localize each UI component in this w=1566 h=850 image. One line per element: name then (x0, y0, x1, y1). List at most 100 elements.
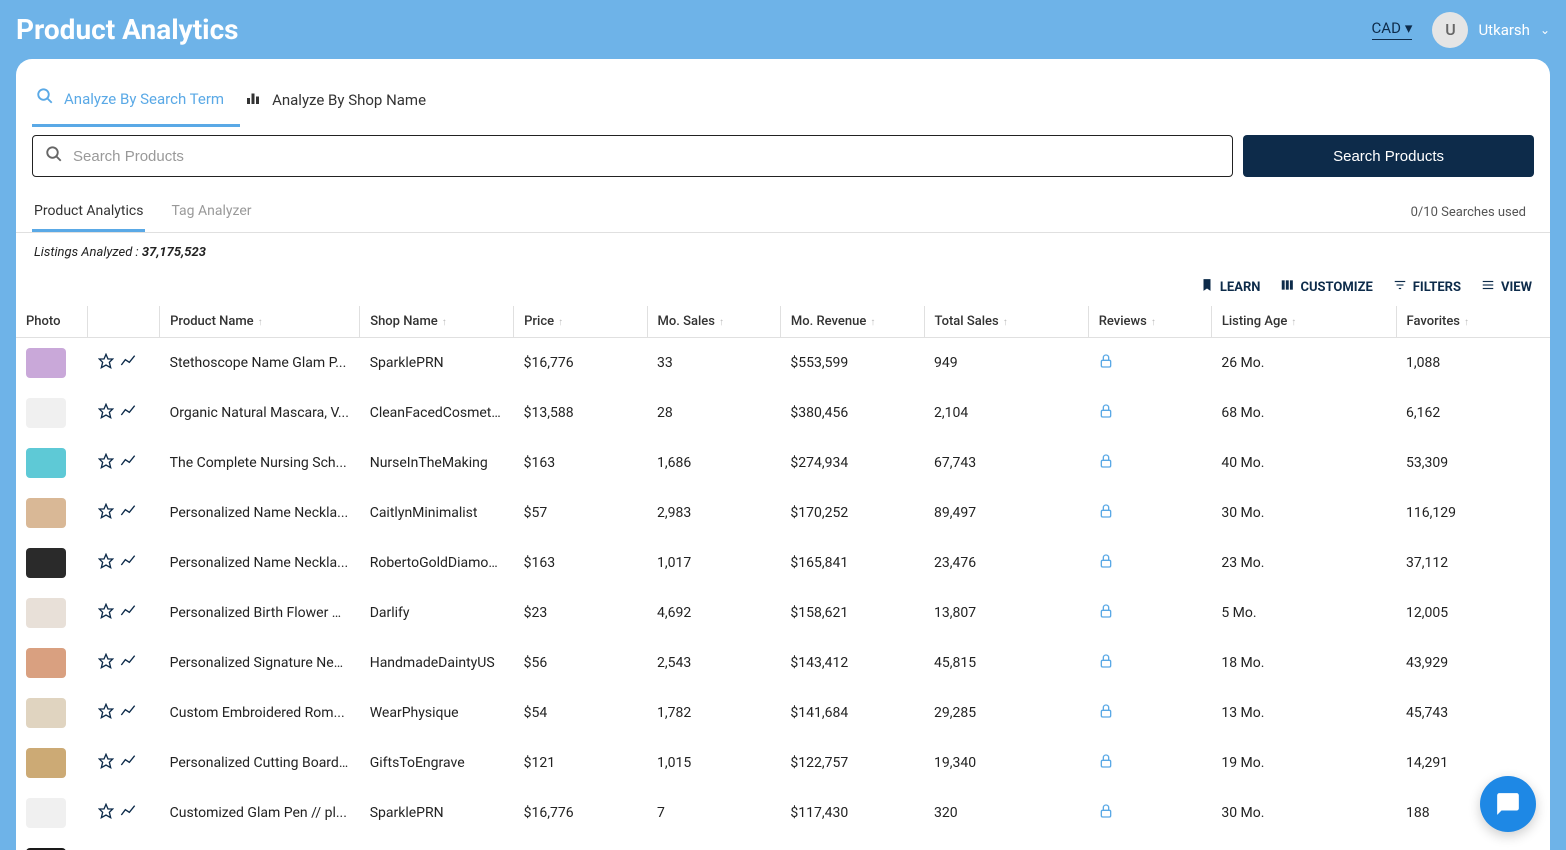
lock-icon[interactable] (1098, 404, 1114, 423)
table-row[interactable]: Customized Glam Pen // pl... SparklePRN … (16, 788, 1550, 838)
lock-icon[interactable] (1098, 504, 1114, 523)
product-thumbnail[interactable] (26, 398, 66, 428)
filters-button[interactable]: FILTERS (1393, 278, 1461, 296)
trend-icon[interactable] (120, 753, 136, 773)
product-thumbnail[interactable] (26, 548, 66, 578)
col-mo-sales[interactable]: Mo. Sales↑ (647, 306, 780, 338)
trend-icon[interactable] (120, 703, 136, 723)
col-total-sales[interactable]: Total Sales↑ (924, 306, 1088, 338)
currency-selector[interactable]: CAD ▾ (1372, 19, 1413, 40)
col-product-name[interactable]: Product Name↑ (160, 306, 360, 338)
search-input[interactable] (73, 148, 1220, 165)
product-thumbnail[interactable] (26, 748, 66, 778)
product-thumbnail[interactable] (26, 498, 66, 528)
lock-icon[interactable] (1098, 604, 1114, 623)
col-photo[interactable]: Photo (16, 306, 88, 338)
tab-shop-name[interactable]: Analyze By Shop Name (240, 77, 442, 127)
cell-photo (16, 838, 88, 850)
lock-icon[interactable] (1098, 554, 1114, 573)
cell-reviews (1088, 638, 1211, 688)
cell-price: $56 (514, 638, 647, 688)
cell-price: $16,776 (514, 788, 647, 838)
star-icon[interactable] (98, 453, 114, 473)
star-icon[interactable] (98, 553, 114, 573)
product-thumbnail[interactable] (26, 698, 66, 728)
trend-icon[interactable] (120, 553, 136, 573)
cell-product-name: Personalized Cutting Board ... (160, 738, 360, 788)
cell-actions (88, 388, 160, 438)
cell-favorites: 6,162 (1396, 388, 1550, 438)
cell-reviews (1088, 688, 1211, 738)
trend-icon[interactable] (120, 453, 136, 473)
table-row[interactable]: Personalized Name Neckla... CaitlynMinim… (16, 488, 1550, 538)
user-menu[interactable]: U Utkarsh ⌄ (1432, 12, 1550, 48)
cell-reviews (1088, 338, 1211, 389)
lock-icon[interactable] (1098, 754, 1114, 773)
product-thumbnail[interactable] (26, 598, 66, 628)
star-icon[interactable] (98, 503, 114, 523)
view-button[interactable]: VIEW (1481, 278, 1532, 296)
cell-price: $163 (514, 538, 647, 588)
star-icon[interactable] (98, 703, 114, 723)
product-thumbnail[interactable] (26, 798, 66, 828)
customize-button[interactable]: CUSTOMIZE (1280, 278, 1372, 296)
lock-icon[interactable] (1098, 804, 1114, 823)
col-price[interactable]: Price↑ (514, 306, 647, 338)
table-row[interactable]: Personalized Birth Flower C... Darlify $… (16, 588, 1550, 638)
table-row[interactable]: Personalized Name Neckla... NisPersonali… (16, 838, 1550, 850)
table-row[interactable]: Organic Natural Mascara, V... CleanFaced… (16, 388, 1550, 438)
table-row[interactable]: Personalized Name Neckla... RobertoGoldD… (16, 538, 1550, 588)
star-icon[interactable] (98, 353, 114, 373)
col-favorites[interactable]: Favorites↑ (1396, 306, 1550, 338)
chat-button[interactable] (1480, 776, 1536, 832)
lock-icon[interactable] (1098, 654, 1114, 673)
learn-button[interactable]: LEARN (1200, 278, 1261, 296)
subtab-tag-analyzer[interactable]: Tag Analyzer (169, 193, 253, 232)
lock-icon[interactable] (1098, 354, 1114, 373)
table-scroll[interactable]: Photo Product Name↑ Shop Name↑ Price↑ Mo… (16, 306, 1550, 850)
toolbar: LEARN CUSTOMIZE FILTERS VIEW (16, 272, 1550, 306)
page-title: Product Analytics (16, 13, 239, 46)
subtabs: Product Analytics Tag Analyzer (32, 193, 254, 232)
table-row[interactable]: The Complete Nursing Sch... NurseInTheMa… (16, 438, 1550, 488)
cell-shop-name: HandmadeDaintyUS (360, 638, 514, 688)
trend-icon[interactable] (120, 503, 136, 523)
trend-icon[interactable] (120, 803, 136, 823)
col-mo-revenue[interactable]: Mo. Revenue↑ (780, 306, 924, 338)
star-icon[interactable] (98, 803, 114, 823)
star-icon[interactable] (98, 653, 114, 673)
search-button[interactable]: Search Products (1243, 135, 1534, 177)
col-reviews[interactable]: Reviews↑ (1088, 306, 1211, 338)
tab-search-term[interactable]: Analyze By Search Term (32, 77, 240, 127)
cell-total-sales: 320 (924, 788, 1088, 838)
cell-mo-sales: 2,543 (647, 638, 780, 688)
table-row[interactable]: Personalized Cutting Board ... GiftsToEn… (16, 738, 1550, 788)
toolbar-label: CUSTOMIZE (1300, 280, 1372, 295)
trend-icon[interactable] (120, 353, 136, 373)
col-listing-age[interactable]: Listing Age↑ (1211, 306, 1396, 338)
product-thumbnail[interactable] (26, 448, 66, 478)
trend-icon[interactable] (120, 653, 136, 673)
table-row[interactable]: Custom Embroidered Rom... WearPhysique $… (16, 688, 1550, 738)
cell-mo-revenue: $274,934 (780, 438, 924, 488)
cell-listing-age: 30 Mo. (1211, 488, 1396, 538)
star-icon[interactable] (98, 603, 114, 623)
product-thumbnail[interactable] (26, 648, 66, 678)
columns-icon (1280, 278, 1294, 296)
lock-icon[interactable] (1098, 704, 1114, 723)
trend-icon[interactable] (120, 403, 136, 423)
main-card: Analyze By Search Term Analyze By Shop N… (16, 59, 1550, 850)
lock-icon[interactable] (1098, 454, 1114, 473)
star-icon[interactable] (98, 403, 114, 423)
product-thumbnail[interactable] (26, 348, 66, 378)
cell-mo-sales: 2,983 (647, 488, 780, 538)
col-shop-name[interactable]: Shop Name↑ (360, 306, 514, 338)
star-icon[interactable] (98, 753, 114, 773)
table-row[interactable]: Stethoscope Name Glam P... SparklePRN $1… (16, 338, 1550, 389)
cell-photo (16, 388, 88, 438)
trend-icon[interactable] (120, 603, 136, 623)
search-icon (36, 87, 54, 110)
sort-arrow-icon: ↑ (1151, 317, 1156, 328)
subtab-product-analytics[interactable]: Product Analytics (32, 193, 145, 232)
table-row[interactable]: Personalized Signature Nec... HandmadeDa… (16, 638, 1550, 688)
